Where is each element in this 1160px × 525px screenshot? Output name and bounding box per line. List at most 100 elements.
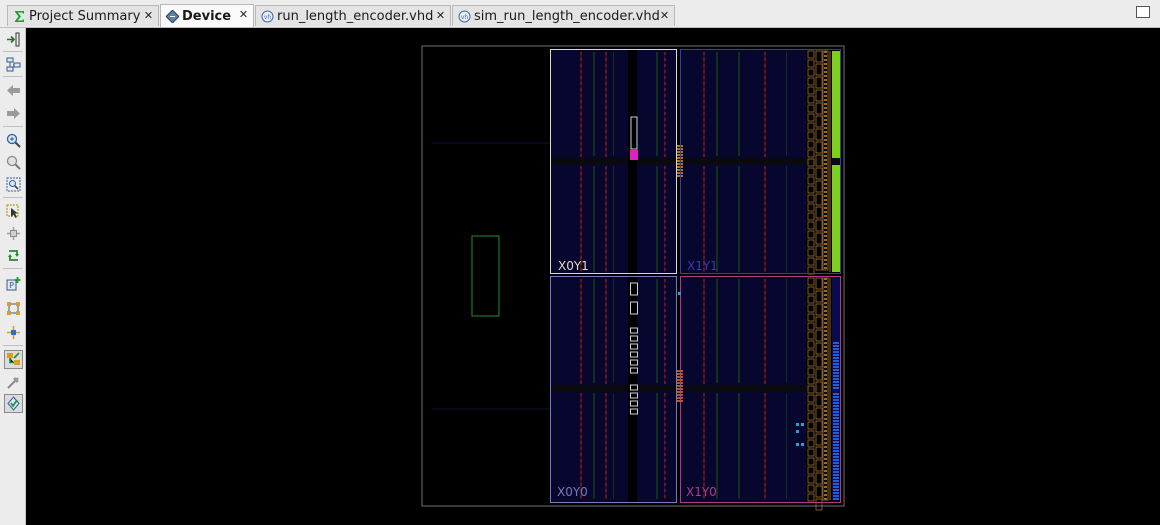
close-tab-icon[interactable]: ✕ xyxy=(434,9,447,22)
mark-icon[interactable] xyxy=(4,373,23,392)
io-tile xyxy=(807,257,815,266)
add-pblock-icon[interactable]: P xyxy=(4,274,23,293)
close-tab-icon[interactable]: ✕ xyxy=(142,9,155,22)
device-floorplan[interactable] xyxy=(26,28,1160,525)
io-tile xyxy=(824,438,827,440)
refresh-icon[interactable] xyxy=(4,246,23,265)
io-tile xyxy=(833,387,839,389)
fabric-column xyxy=(613,52,614,156)
fabric-column-segment xyxy=(664,447,666,450)
select-icon[interactable] xyxy=(4,202,23,221)
tab-project-summary[interactable]: Project Summary ✕ xyxy=(7,5,159,26)
fabric-column-segment xyxy=(580,393,582,396)
io-tile xyxy=(833,348,839,350)
fabric-column-segment xyxy=(664,345,666,348)
io-tile xyxy=(807,430,815,439)
device-view-canvas[interactable]: X0Y1 X1Y1 X0Y0 X1Y0 xyxy=(26,28,1160,525)
fit-selection-icon[interactable] xyxy=(4,55,23,74)
io-tile xyxy=(807,286,815,295)
fabric-column-segment xyxy=(703,423,705,426)
fabric-column-segment xyxy=(664,268,666,271)
io-tile xyxy=(824,119,827,121)
fabric-column-segment xyxy=(764,148,766,151)
io-tile xyxy=(824,83,827,85)
fabric-column-segment xyxy=(764,351,766,354)
io-tile xyxy=(824,103,827,105)
io-tile xyxy=(824,486,827,488)
io-tile xyxy=(815,355,823,368)
io-tile xyxy=(824,51,827,53)
fabric-column-segment xyxy=(580,279,582,282)
fabric-column-segment xyxy=(703,381,705,384)
forward-icon[interactable] xyxy=(4,104,23,123)
io-tile xyxy=(807,221,815,230)
fabric-column-segment xyxy=(764,76,766,79)
tab-device[interactable]: Device ✕ xyxy=(160,4,254,27)
io-tile xyxy=(807,50,815,59)
fabric-column-segment xyxy=(605,106,607,109)
io-tile xyxy=(815,446,823,459)
fabric-column-segment xyxy=(605,184,607,187)
io-tile xyxy=(833,345,839,347)
io-tile xyxy=(807,95,815,104)
zoom-fit-icon[interactable] xyxy=(4,175,23,194)
fabric-column-segment xyxy=(703,459,705,462)
route-icon[interactable] xyxy=(4,224,23,243)
fabric-column-segment xyxy=(664,88,666,91)
fabric-column-segment xyxy=(664,172,666,175)
fabric-column-segment xyxy=(703,363,705,366)
fabric-column-segment xyxy=(664,154,666,157)
show-io-icon[interactable] xyxy=(4,394,23,413)
fabric-column xyxy=(613,393,614,499)
io-tile xyxy=(833,486,839,488)
maximize-icon[interactable] xyxy=(1136,6,1150,18)
fabric-column-segment xyxy=(605,327,607,330)
fabric-column-segment xyxy=(580,142,582,145)
fabric-column-segment xyxy=(605,52,607,55)
zoom-in-icon[interactable] xyxy=(4,131,23,150)
fabric-column-segment xyxy=(764,238,766,241)
io-tile xyxy=(824,458,827,460)
show-nets-icon[interactable] xyxy=(4,299,23,318)
io-tile xyxy=(807,176,815,185)
toggle-routing-icon[interactable] xyxy=(4,350,23,369)
fabric-column-segment xyxy=(664,435,666,438)
toolbar-separator xyxy=(3,345,23,346)
io-tile xyxy=(807,149,815,158)
fabric-column-segment xyxy=(605,76,607,79)
io-tile xyxy=(824,179,827,181)
fabric-column-segment xyxy=(703,351,705,354)
io-tile xyxy=(833,354,839,356)
fabric-column-segment xyxy=(664,262,666,265)
tab-sim-run-length-encoder[interactable]: vh sim_run_length_encoder.vhd ✕ xyxy=(452,5,675,26)
io-tile xyxy=(815,277,823,290)
toolbar-separator xyxy=(3,76,23,77)
close-tab-icon[interactable]: ✕ xyxy=(658,9,671,22)
io-tile xyxy=(807,104,815,113)
io-tile xyxy=(833,381,839,383)
tab-run-length-encoder[interactable]: vh run_length_encoder.vhd ✕ xyxy=(255,5,451,26)
fabric-column-segment xyxy=(764,417,766,420)
fabric-column-segment xyxy=(764,435,766,438)
io-tile xyxy=(833,399,839,401)
fabric-column-segment xyxy=(605,82,607,85)
io-tile xyxy=(824,135,827,137)
io-tile xyxy=(815,485,823,498)
fabric-column-segment xyxy=(664,375,666,378)
close-tab-icon[interactable]: ✕ xyxy=(237,8,250,21)
fabric-column-segment xyxy=(580,94,582,97)
io-tile xyxy=(824,191,827,193)
auto-fit-selection-icon[interactable] xyxy=(4,30,23,49)
auto-place-icon[interactable] xyxy=(4,323,23,342)
io-tile xyxy=(833,384,839,386)
fabric-column-segment xyxy=(703,232,705,235)
zoom-out-icon[interactable] xyxy=(4,153,23,172)
fabric-column-segment xyxy=(664,208,666,211)
fabric-column-segment xyxy=(764,297,766,300)
fabric-column-segment xyxy=(664,285,666,288)
fabric-column-segment xyxy=(605,226,607,229)
back-icon[interactable] xyxy=(4,81,23,100)
io-tile xyxy=(807,86,815,95)
fabric-column-segment xyxy=(605,291,607,294)
cell-marker xyxy=(678,292,681,295)
